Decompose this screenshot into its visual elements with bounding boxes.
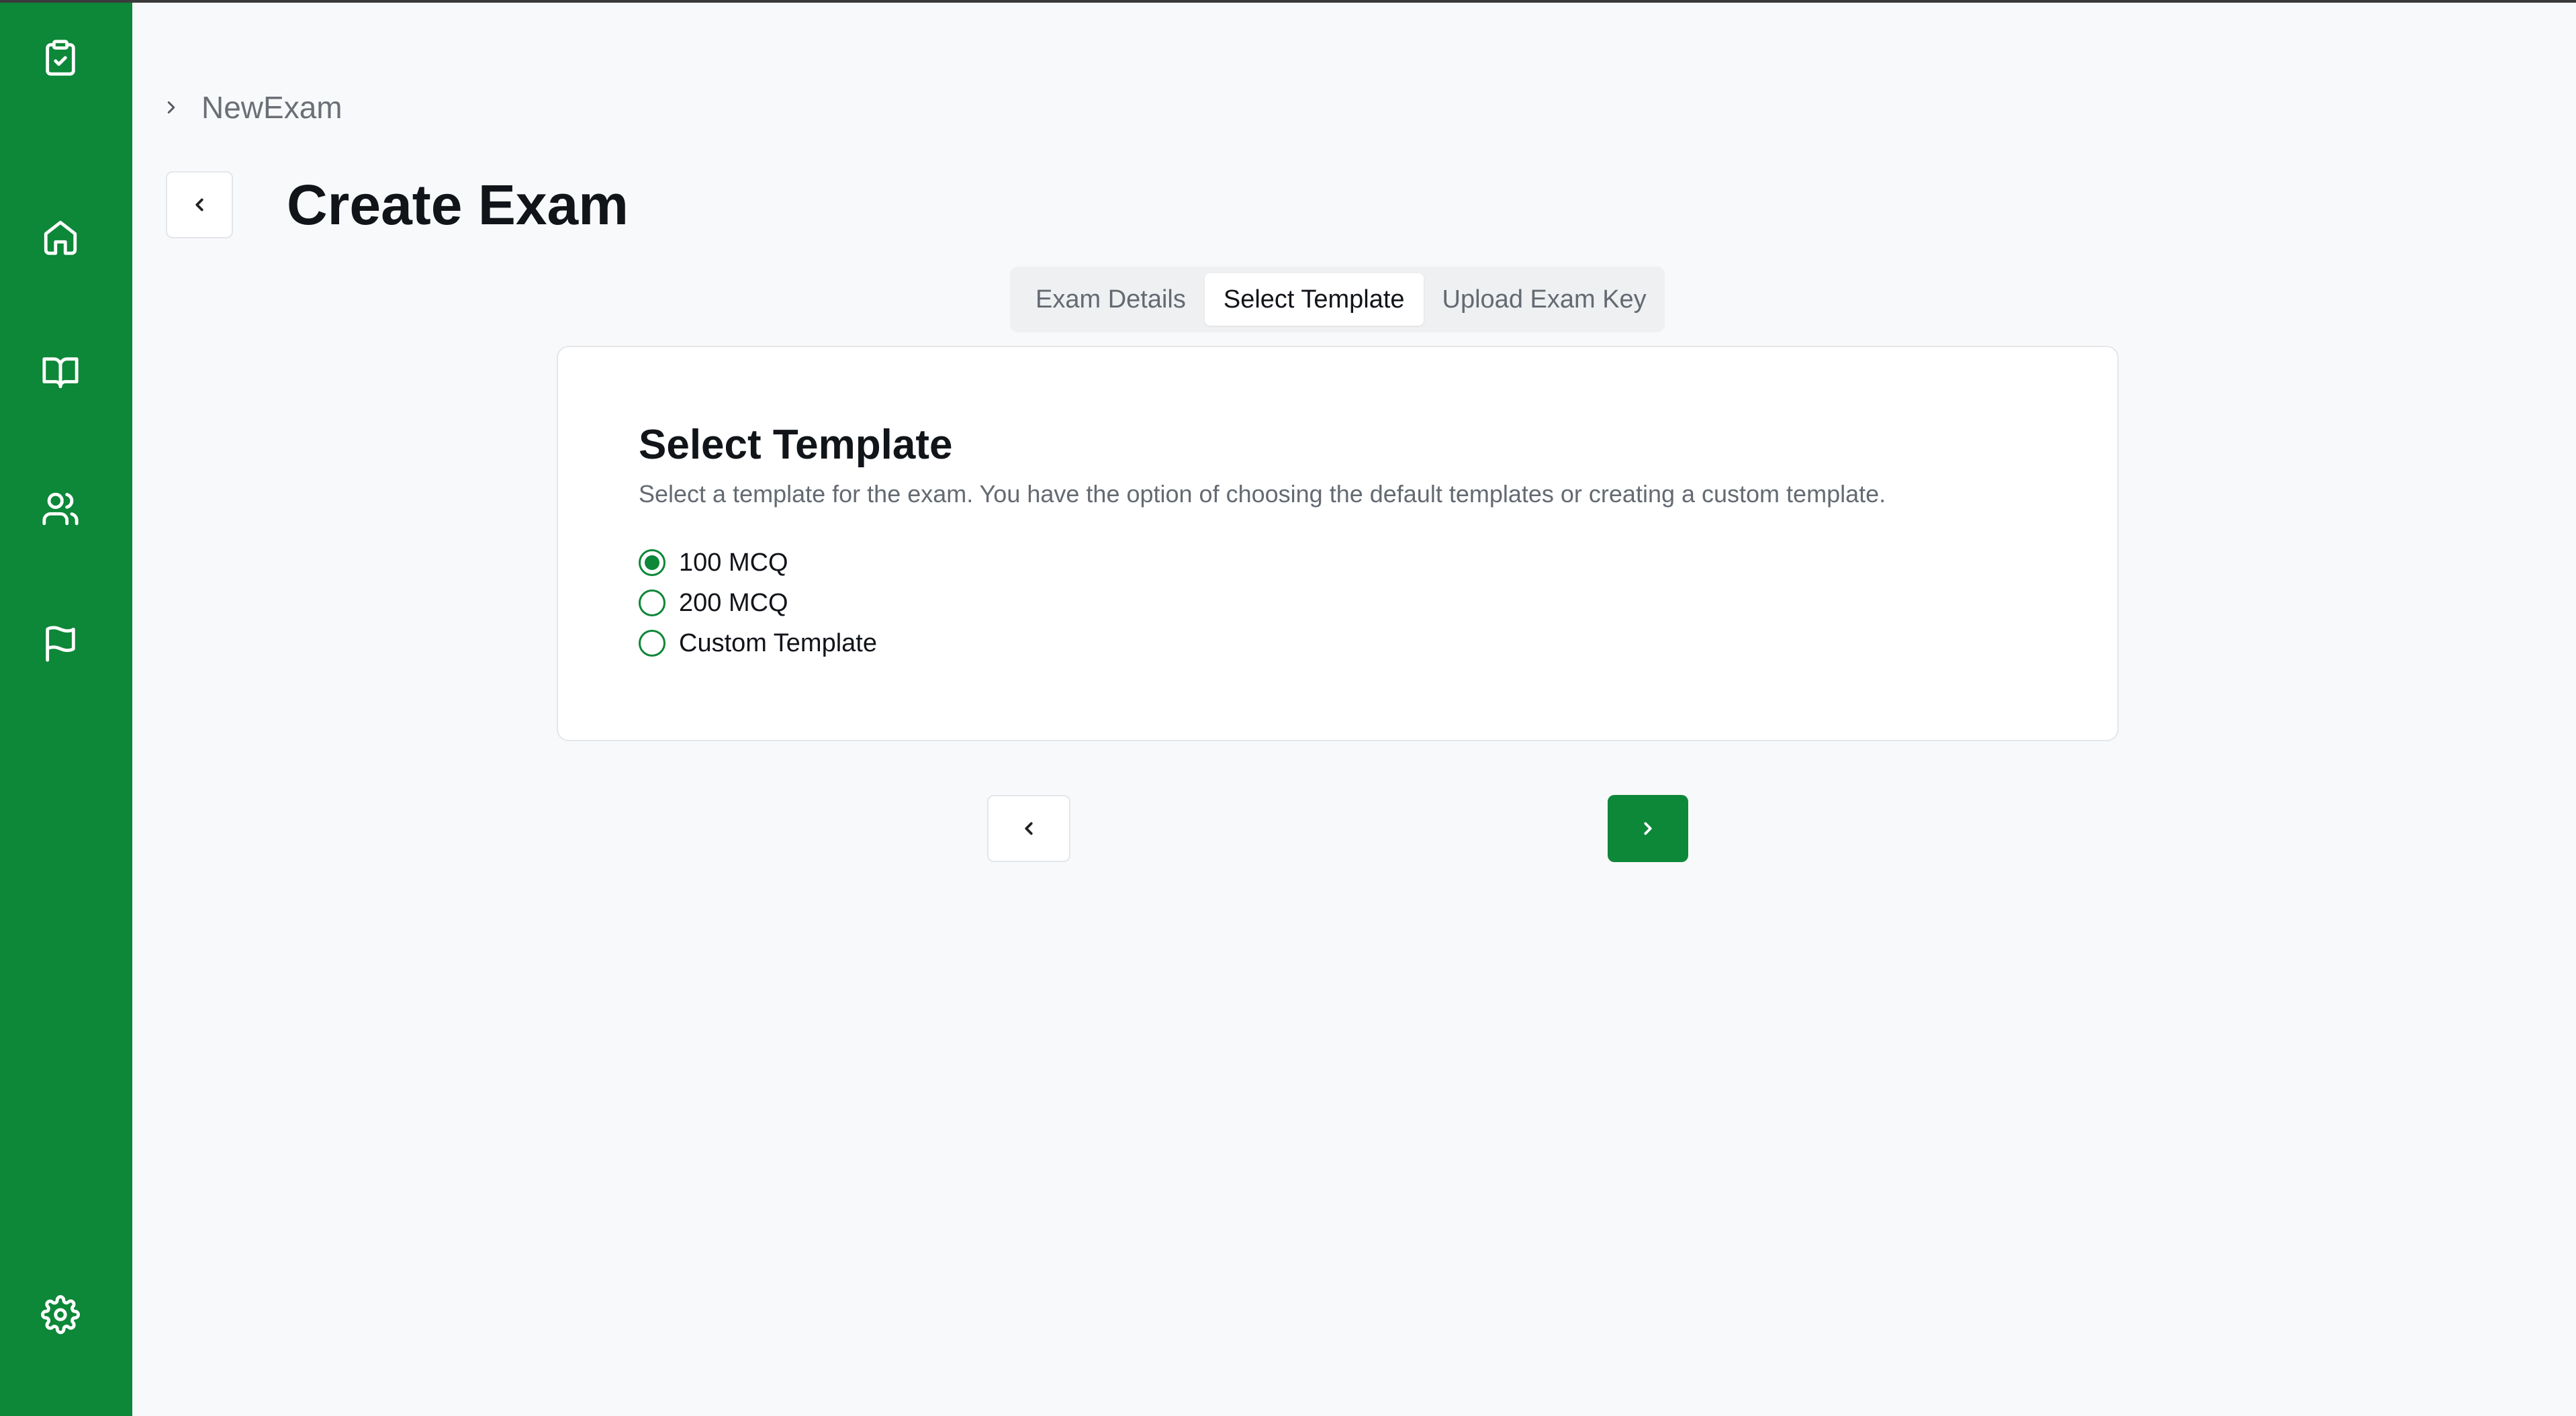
- flag-icon: [46, 626, 75, 662]
- sidebar-item-reports[interactable]: [32, 616, 89, 672]
- sidebar-item-home[interactable]: [32, 209, 89, 265]
- chevron-right-icon: [167, 101, 175, 113]
- sidebar: [0, 0, 132, 1416]
- app-logo-clipboard-check-icon[interactable]: [32, 30, 89, 86]
- clipboard-check-icon: [46, 40, 75, 76]
- tab-upload-exam-key[interactable]: Upload Exam Key: [1424, 273, 1665, 326]
- card-description: Select a template for the exam. You have…: [639, 480, 1886, 508]
- previous-step-button[interactable]: [987, 795, 1070, 862]
- sidebar-item-courses[interactable]: [32, 344, 89, 400]
- radio-option-100-mcq[interactable]: 100 MCQ: [639, 544, 788, 581]
- radio-label: Custom Template: [679, 628, 877, 657]
- chevron-left-icon: [195, 198, 203, 211]
- radio-button[interactable]: [639, 630, 665, 657]
- page-title: Create Exam: [287, 173, 629, 236]
- gear-icon: [41, 1295, 80, 1334]
- next-step-button[interactable]: [1608, 795, 1688, 862]
- select-template-card: Select Template Select a template for th…: [557, 346, 2119, 741]
- tab-select-template[interactable]: Select Template: [1204, 273, 1424, 326]
- radio-label: 100 MCQ: [679, 548, 788, 577]
- card-title: Select Template: [639, 422, 953, 468]
- radio-selected-dot: [645, 555, 659, 570]
- radio-button[interactable]: [639, 589, 665, 616]
- chevron-right-icon: [1644, 822, 1652, 835]
- tab-exam-details[interactable]: Exam Details: [1017, 273, 1205, 326]
- window-top-border: [0, 0, 2576, 3]
- radio-label: 200 MCQ: [679, 588, 788, 617]
- sidebar-item-students[interactable]: [32, 481, 89, 537]
- radio-button[interactable]: [639, 549, 665, 576]
- radio-option-200-mcq[interactable]: 200 MCQ: [639, 584, 788, 622]
- breadcrumb-item-newexam[interactable]: NewExam: [201, 89, 342, 126]
- home-icon: [44, 220, 77, 255]
- chevron-left-icon: [1025, 822, 1033, 835]
- breadcrumb: NewExam: [161, 87, 342, 128]
- book-open-icon: [42, 357, 79, 389]
- users-icon: [42, 492, 79, 526]
- radio-option-custom-template[interactable]: Custom Template: [639, 624, 877, 662]
- sidebar-item-settings[interactable]: [32, 1286, 89, 1343]
- back-button[interactable]: [166, 171, 233, 238]
- stepper-tabs: Exam Details Select Template Upload Exam…: [1010, 267, 1665, 332]
